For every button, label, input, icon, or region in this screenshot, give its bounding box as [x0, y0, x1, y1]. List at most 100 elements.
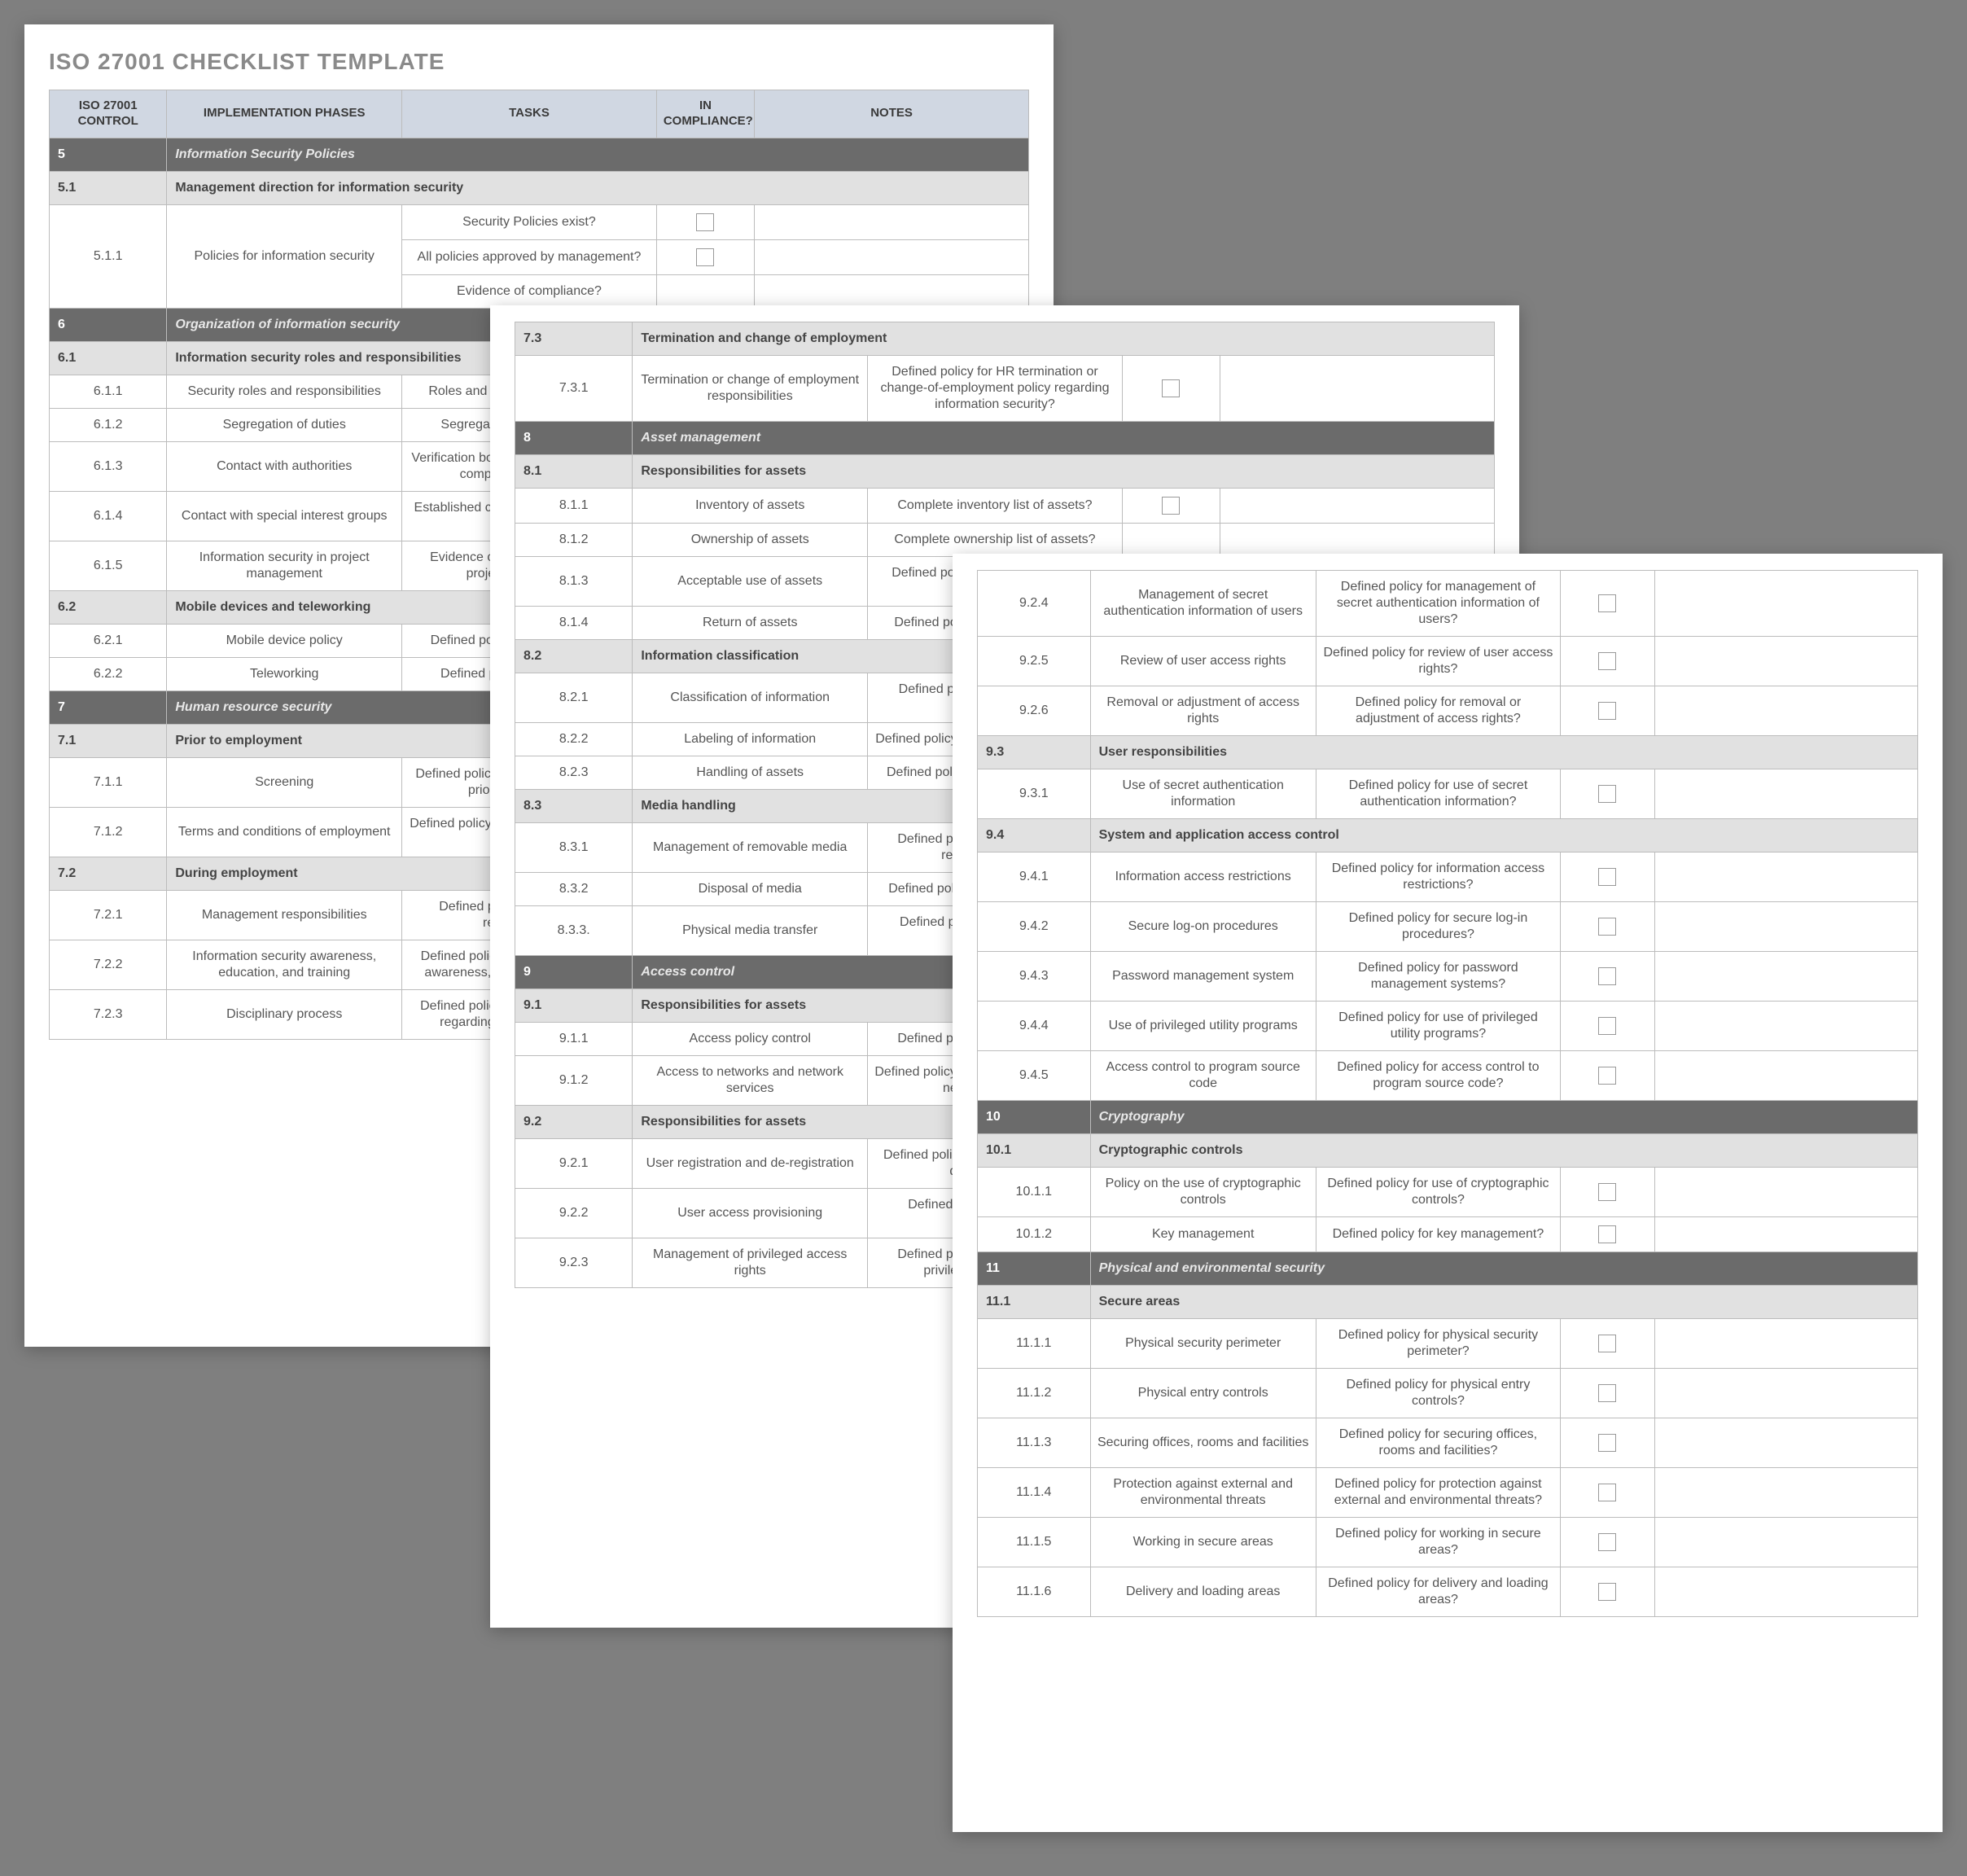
section-major-row: 5Information Security Policies	[50, 138, 1029, 171]
table-row: 9.2.5Review of user access rightsDefined…	[978, 637, 1918, 686]
task-text: Defined policy for use of privileged uti…	[1316, 1002, 1560, 1051]
control-id: 9.2.2	[515, 1189, 633, 1238]
compliance-cell	[1561, 952, 1655, 1002]
compliance-checkbox[interactable]	[1598, 1533, 1616, 1551]
compliance-cell	[1561, 1319, 1655, 1369]
compliance-checkbox[interactable]	[1598, 1434, 1616, 1452]
compliance-cell	[1561, 902, 1655, 952]
notes-cell[interactable]	[1654, 1168, 1917, 1217]
compliance-cell	[656, 204, 754, 239]
implementation-phase: Access to networks and network services	[633, 1056, 868, 1106]
implementation-phase: Access control to program source code	[1090, 1051, 1316, 1101]
table-row: 9.3.1Use of secret authentication inform…	[978, 769, 1918, 819]
control-id: 9.4.1	[978, 853, 1091, 902]
control-id: 9.2.5	[978, 637, 1091, 686]
control-id: 6.1.5	[50, 541, 167, 590]
control-id: 9.4.5	[978, 1051, 1091, 1101]
compliance-checkbox[interactable]	[696, 213, 714, 231]
control-id: 9.3.1	[978, 769, 1091, 819]
compliance-checkbox[interactable]	[1598, 868, 1616, 886]
compliance-checkbox[interactable]	[1598, 1384, 1616, 1402]
compliance-checkbox[interactable]	[1598, 785, 1616, 803]
subsection-label: Management direction for information sec…	[167, 171, 1029, 204]
compliance-cell	[1561, 1567, 1655, 1617]
task-text: All policies approved by management?	[402, 239, 657, 274]
notes-cell[interactable]	[1654, 952, 1917, 1002]
subsection-label: Termination and change of employment	[633, 322, 1495, 356]
compliance-cell	[1561, 1418, 1655, 1468]
compliance-checkbox[interactable]	[1598, 652, 1616, 670]
subsection-id: 7.2	[50, 857, 167, 890]
compliance-checkbox[interactable]	[1598, 1484, 1616, 1501]
table-row: 11.1.1Physical security perimeterDefined…	[978, 1319, 1918, 1369]
implementation-phase: Contact with special interest groups	[167, 491, 402, 541]
compliance-cell	[1122, 524, 1220, 557]
control-id: 8.1.1	[515, 489, 633, 524]
implementation-phase: User registration and de-registration	[633, 1139, 868, 1189]
implementation-phase: Access policy control	[633, 1023, 868, 1056]
notes-cell[interactable]	[1654, 1567, 1917, 1617]
section-sub-row: 5.1Management direction for information …	[50, 171, 1029, 204]
implementation-phase: Mobile device policy	[167, 624, 402, 657]
compliance-checkbox[interactable]	[1598, 594, 1616, 612]
notes-cell[interactable]	[755, 239, 1029, 274]
table-row: 10.1.2Key managementDefined policy for k…	[978, 1217, 1918, 1252]
notes-cell[interactable]	[1220, 356, 1495, 422]
control-id: 8.1.4	[515, 607, 633, 640]
implementation-phase: Management of removable media	[633, 823, 868, 873]
compliance-checkbox[interactable]	[1598, 1335, 1616, 1352]
notes-cell[interactable]	[1654, 571, 1917, 637]
task-text: Defined policy for protection against ex…	[1316, 1468, 1560, 1518]
notes-cell[interactable]	[1654, 853, 1917, 902]
task-text: Defined policy for management of secret …	[1316, 571, 1560, 637]
control-id: 11.1.5	[978, 1518, 1091, 1567]
compliance-checkbox[interactable]	[1598, 1067, 1616, 1085]
compliance-checkbox[interactable]	[1162, 379, 1180, 397]
compliance-cell	[656, 239, 754, 274]
compliance-checkbox[interactable]	[1598, 967, 1616, 985]
control-id: 9.4.2	[978, 902, 1091, 952]
notes-cell[interactable]	[1654, 1319, 1917, 1369]
notes-cell[interactable]	[1654, 902, 1917, 952]
compliance-checkbox[interactable]	[1598, 918, 1616, 936]
table-row: 9.4.3Password management systemDefined p…	[978, 952, 1918, 1002]
notes-cell[interactable]	[755, 204, 1029, 239]
notes-cell[interactable]	[1654, 1369, 1917, 1418]
implementation-phase: Inventory of assets	[633, 489, 868, 524]
compliance-checkbox[interactable]	[1598, 702, 1616, 720]
task-text: Defined policy for use of secret authent…	[1316, 769, 1560, 819]
compliance-cell	[1561, 1051, 1655, 1101]
control-id: 11.1.4	[978, 1468, 1091, 1518]
compliance-checkbox[interactable]	[1598, 1017, 1616, 1035]
notes-cell[interactable]	[1654, 1051, 1917, 1101]
notes-cell[interactable]	[1220, 524, 1495, 557]
compliance-checkbox[interactable]	[1598, 1225, 1616, 1243]
table-row: 9.4.2Secure log-on proceduresDefined pol…	[978, 902, 1918, 952]
notes-cell[interactable]	[1654, 769, 1917, 819]
section-sub-row: 9.4System and application access control	[978, 819, 1918, 853]
subsection-label: Cryptographic controls	[1090, 1134, 1917, 1168]
notes-cell[interactable]	[1220, 489, 1495, 524]
notes-cell[interactable]	[755, 274, 1029, 308]
notes-cell[interactable]	[1654, 1002, 1917, 1051]
notes-cell[interactable]	[1654, 1418, 1917, 1468]
implementation-phase: Policies for information security	[167, 204, 402, 308]
notes-cell[interactable]	[1654, 1217, 1917, 1252]
control-id: 9.2.6	[978, 686, 1091, 736]
compliance-checkbox[interactable]	[1598, 1183, 1616, 1201]
notes-cell[interactable]	[1654, 686, 1917, 736]
implementation-phase: Physical security perimeter	[1090, 1319, 1316, 1369]
notes-cell[interactable]	[1654, 637, 1917, 686]
section-label: Asset management	[633, 422, 1495, 455]
table-row: 11.1.2Physical entry controlsDefined pol…	[978, 1369, 1918, 1418]
control-header: ISO 27001 CONTROL	[50, 90, 167, 138]
compliance-checkbox[interactable]	[1598, 1583, 1616, 1601]
notes-cell[interactable]	[1654, 1518, 1917, 1567]
compliance-checkbox[interactable]	[1162, 497, 1180, 515]
compliance-checkbox[interactable]	[696, 248, 714, 266]
control-id: 7.3.1	[515, 356, 633, 422]
implementation-phase: Password management system	[1090, 952, 1316, 1002]
control-id: 8.3.1	[515, 823, 633, 873]
control-id: 11.1.1	[978, 1319, 1091, 1369]
notes-cell[interactable]	[1654, 1468, 1917, 1518]
